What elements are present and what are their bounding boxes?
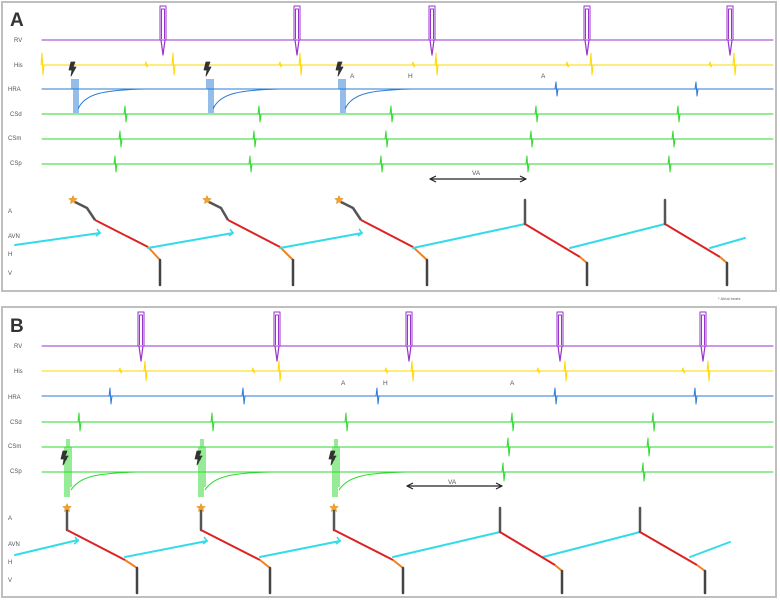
- channel-label-his: His: [14, 369, 23, 375]
- channel-label-csm: CSm: [8, 136, 21, 142]
- ladder-label-avn: AVN: [8, 542, 20, 548]
- wave-label-h: H: [383, 380, 388, 387]
- panel-a-letter: A: [10, 10, 24, 31]
- ladder-label-v: V: [8, 578, 12, 584]
- channel-label-csd: CSd: [10, 420, 22, 426]
- panel-b-letter: B: [10, 316, 24, 337]
- va-interval-label: VA: [448, 479, 457, 486]
- panel-b-frame: [1, 306, 777, 598]
- va-interval-label: VA: [472, 170, 481, 177]
- footnote: * Atrial beats: [718, 296, 740, 301]
- channel-label-hra: HRA: [8, 395, 21, 401]
- panel-a-frame: [1, 1, 777, 292]
- ladder-label-a: A: [8, 209, 12, 215]
- channel-label-hra: HRA: [8, 87, 21, 93]
- channel-label-csp: CSp: [10, 161, 22, 167]
- channel-label-rv: RV: [14, 344, 22, 350]
- channel-label-rv: RV: [14, 38, 22, 44]
- ladder-label-v: V: [8, 271, 12, 277]
- channel-label-csp: CSp: [10, 469, 22, 475]
- electrogram-diagram: A B RV His HRA CSd CSm CSp A AVN H V RV …: [1, 1, 777, 598]
- wave-label-a: A: [350, 73, 355, 80]
- ladder-label-a: A: [8, 516, 12, 522]
- ladder-label-avn: AVN: [8, 234, 20, 240]
- channel-label-csd: CSd: [10, 112, 22, 118]
- ladder-label-h: H: [8, 560, 12, 566]
- wave-label-a: A: [341, 380, 346, 387]
- channel-label-his: His: [14, 63, 23, 69]
- wave-label-a: A: [510, 380, 515, 387]
- wave-label-a: A: [541, 73, 546, 80]
- channel-label-csm: CSm: [8, 444, 21, 450]
- ladder-label-h: H: [8, 252, 12, 258]
- wave-label-h: H: [408, 73, 413, 80]
